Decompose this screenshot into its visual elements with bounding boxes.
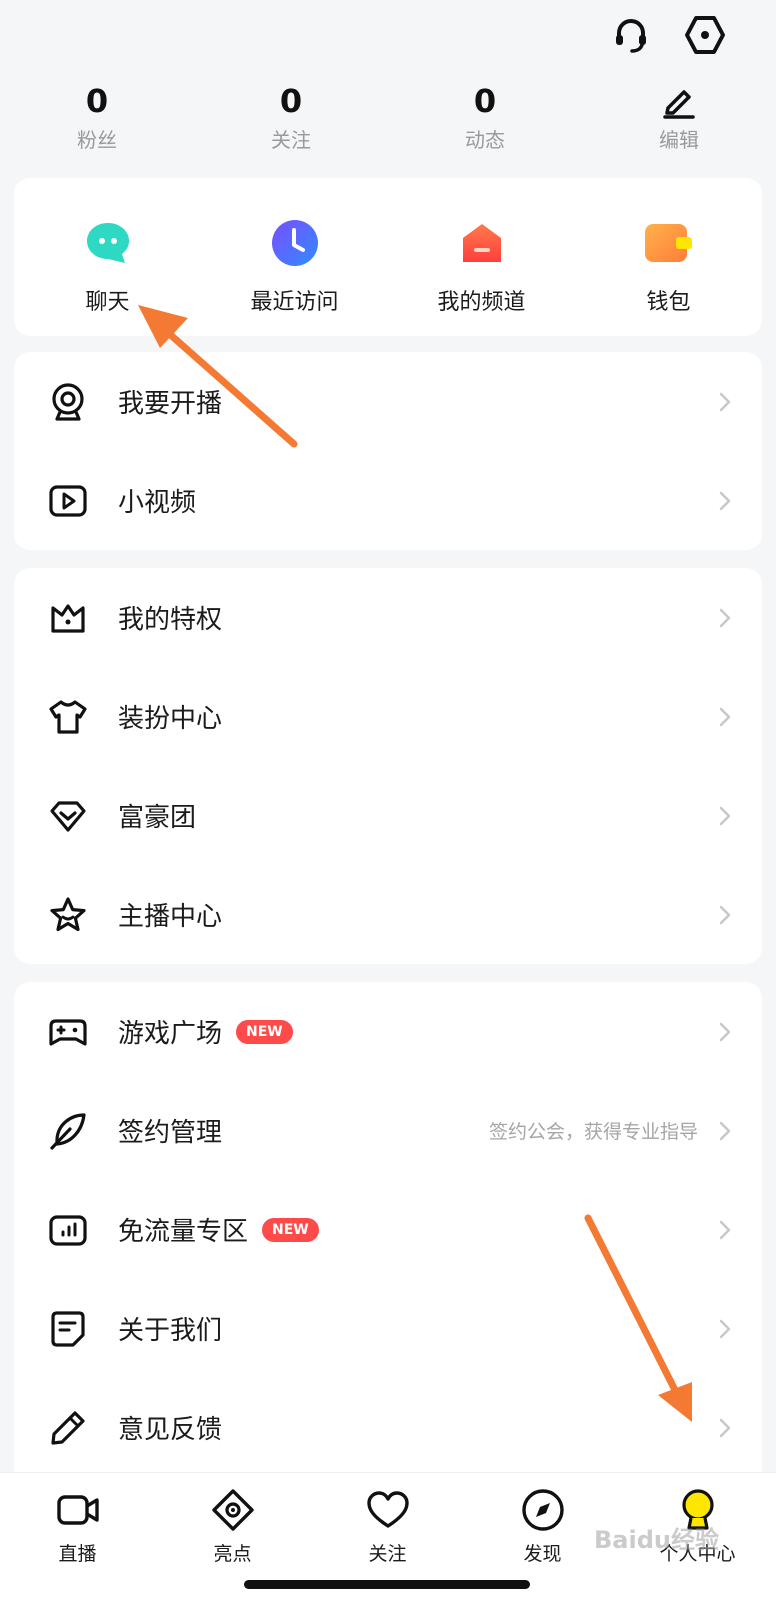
menu-item-streamer-center[interactable]: 主播中心 xyxy=(14,865,762,964)
tab-live[interactable]: 直播 xyxy=(0,1473,155,1600)
menu-item-short-video[interactable]: 小视频 xyxy=(14,451,762,550)
stat-value: 0 xyxy=(279,82,303,120)
top-bar xyxy=(0,0,776,70)
tab-label: 发现 xyxy=(523,1543,562,1565)
quick-my-channel[interactable]: 我的频道 xyxy=(388,178,575,336)
profile-stats: 0 粉丝 0 关注 0 动态 编辑 xyxy=(0,80,776,160)
menu-item-game-plaza[interactable]: 游戏广场 NEW xyxy=(14,982,762,1081)
chat-bubble-icon xyxy=(81,216,135,270)
stat-label: 动态 xyxy=(465,128,505,152)
menu-label: 游戏广场 xyxy=(118,1019,223,1049)
signal-bars-icon xyxy=(48,1210,88,1250)
menu-label: 我要开播 xyxy=(118,389,223,419)
menu-group-privilege: 我的特权 装扮中心 富豪团 主播中心 xyxy=(14,568,762,964)
menu-label: 主播中心 xyxy=(118,902,223,932)
chevron-right-icon xyxy=(719,905,731,924)
stat-posts[interactable]: 0 动态 xyxy=(388,80,582,160)
stat-label: 关注 xyxy=(271,128,311,152)
quick-label: 钱包 xyxy=(646,290,691,315)
heart-icon xyxy=(365,1487,411,1533)
stat-value: 0 xyxy=(473,82,497,120)
menu-group-more: 游戏广场 NEW 签约管理 签约公会，获得专业指导 免流量专区 NEW 关于我们… xyxy=(14,982,762,1502)
chevron-right-icon xyxy=(719,1220,731,1239)
watermark-logo: Baidu经验 xyxy=(594,1526,719,1554)
chevron-right-icon xyxy=(719,608,731,627)
quick-label: 我的频道 xyxy=(437,290,526,315)
video-camera-icon xyxy=(55,1487,101,1533)
menu-item-about-us[interactable]: 关于我们 xyxy=(14,1279,762,1378)
menu-label: 签约管理 xyxy=(118,1118,223,1148)
home-indicator xyxy=(244,1580,530,1589)
tab-label: 亮点 xyxy=(213,1543,252,1565)
menu-hint: 签约公会，获得专业指导 xyxy=(488,1121,698,1143)
house-icon xyxy=(455,216,509,270)
pen-icon xyxy=(660,80,698,122)
menu-label: 我的特权 xyxy=(118,605,223,635)
pencil-icon xyxy=(48,1408,88,1448)
stat-label: 编辑 xyxy=(659,128,699,152)
menu-group-live: 我要开播 小视频 xyxy=(14,352,762,550)
star-icon xyxy=(48,895,88,935)
note-icon xyxy=(48,1309,88,1349)
menu-item-go-live[interactable]: 我要开播 xyxy=(14,352,762,451)
webcam-icon xyxy=(48,382,88,422)
menu-item-feedback[interactable]: 意见反馈 xyxy=(14,1378,762,1477)
quick-wallet[interactable]: 钱包 xyxy=(575,178,762,336)
chevron-right-icon xyxy=(719,1319,731,1338)
menu-label: 小视频 xyxy=(118,488,197,518)
chevron-right-icon xyxy=(719,806,731,825)
menu-label: 免流量专区 xyxy=(118,1217,249,1247)
tab-label: 直播 xyxy=(58,1543,97,1565)
stat-following[interactable]: 0 关注 xyxy=(194,80,388,160)
menu-label: 装扮中心 xyxy=(118,704,223,734)
menu-label: 富豪团 xyxy=(118,803,197,833)
quick-recent-visits[interactable]: 最近访问 xyxy=(201,178,388,336)
menu-item-contract-management[interactable]: 签约管理 签约公会，获得专业指导 xyxy=(14,1081,762,1180)
menu-item-free-data-zone[interactable]: 免流量专区 NEW xyxy=(14,1180,762,1279)
quick-label: 聊天 xyxy=(85,290,130,315)
menu-item-rich-club[interactable]: 富豪团 xyxy=(14,766,762,865)
gamepad-icon xyxy=(48,1012,88,1052)
edit-profile-button[interactable]: 编辑 xyxy=(582,80,776,160)
tab-label: 关注 xyxy=(368,1543,407,1565)
chevron-right-icon xyxy=(719,1121,731,1140)
chevron-right-icon xyxy=(719,707,731,726)
wallet-icon xyxy=(642,216,696,270)
quick-actions-card: 聊天 最近访问 我的频道 钱包 xyxy=(14,178,762,336)
chevron-right-icon xyxy=(719,491,731,510)
crown-icon xyxy=(48,598,88,638)
quick-chat[interactable]: 聊天 xyxy=(14,178,201,336)
diamond-icon xyxy=(48,796,88,836)
menu-label: 意见反馈 xyxy=(118,1415,223,1445)
new-badge: NEW xyxy=(236,1019,293,1044)
headset-icon[interactable] xyxy=(608,12,654,58)
quick-label: 最近访问 xyxy=(250,290,339,315)
eye-diamond-icon xyxy=(210,1487,256,1533)
hexagon-settings-icon[interactable] xyxy=(682,12,728,58)
menu-item-dress-up[interactable]: 装扮中心 xyxy=(14,667,762,766)
menu-label: 关于我们 xyxy=(118,1316,223,1346)
chevron-right-icon xyxy=(719,1022,731,1041)
feather-icon xyxy=(48,1111,88,1151)
chevron-right-icon xyxy=(719,392,731,411)
menu-item-privileges[interactable]: 我的特权 xyxy=(14,568,762,667)
stat-value: 0 xyxy=(85,82,109,120)
tshirt-icon xyxy=(48,697,88,737)
new-badge: NEW xyxy=(262,1217,319,1242)
video-play-icon xyxy=(48,481,88,521)
stat-fans[interactable]: 0 粉丝 xyxy=(0,80,194,160)
stat-label: 粉丝 xyxy=(77,128,117,152)
compass-icon xyxy=(520,1487,566,1533)
chevron-right-icon xyxy=(719,1418,731,1437)
clock-icon xyxy=(268,216,322,270)
